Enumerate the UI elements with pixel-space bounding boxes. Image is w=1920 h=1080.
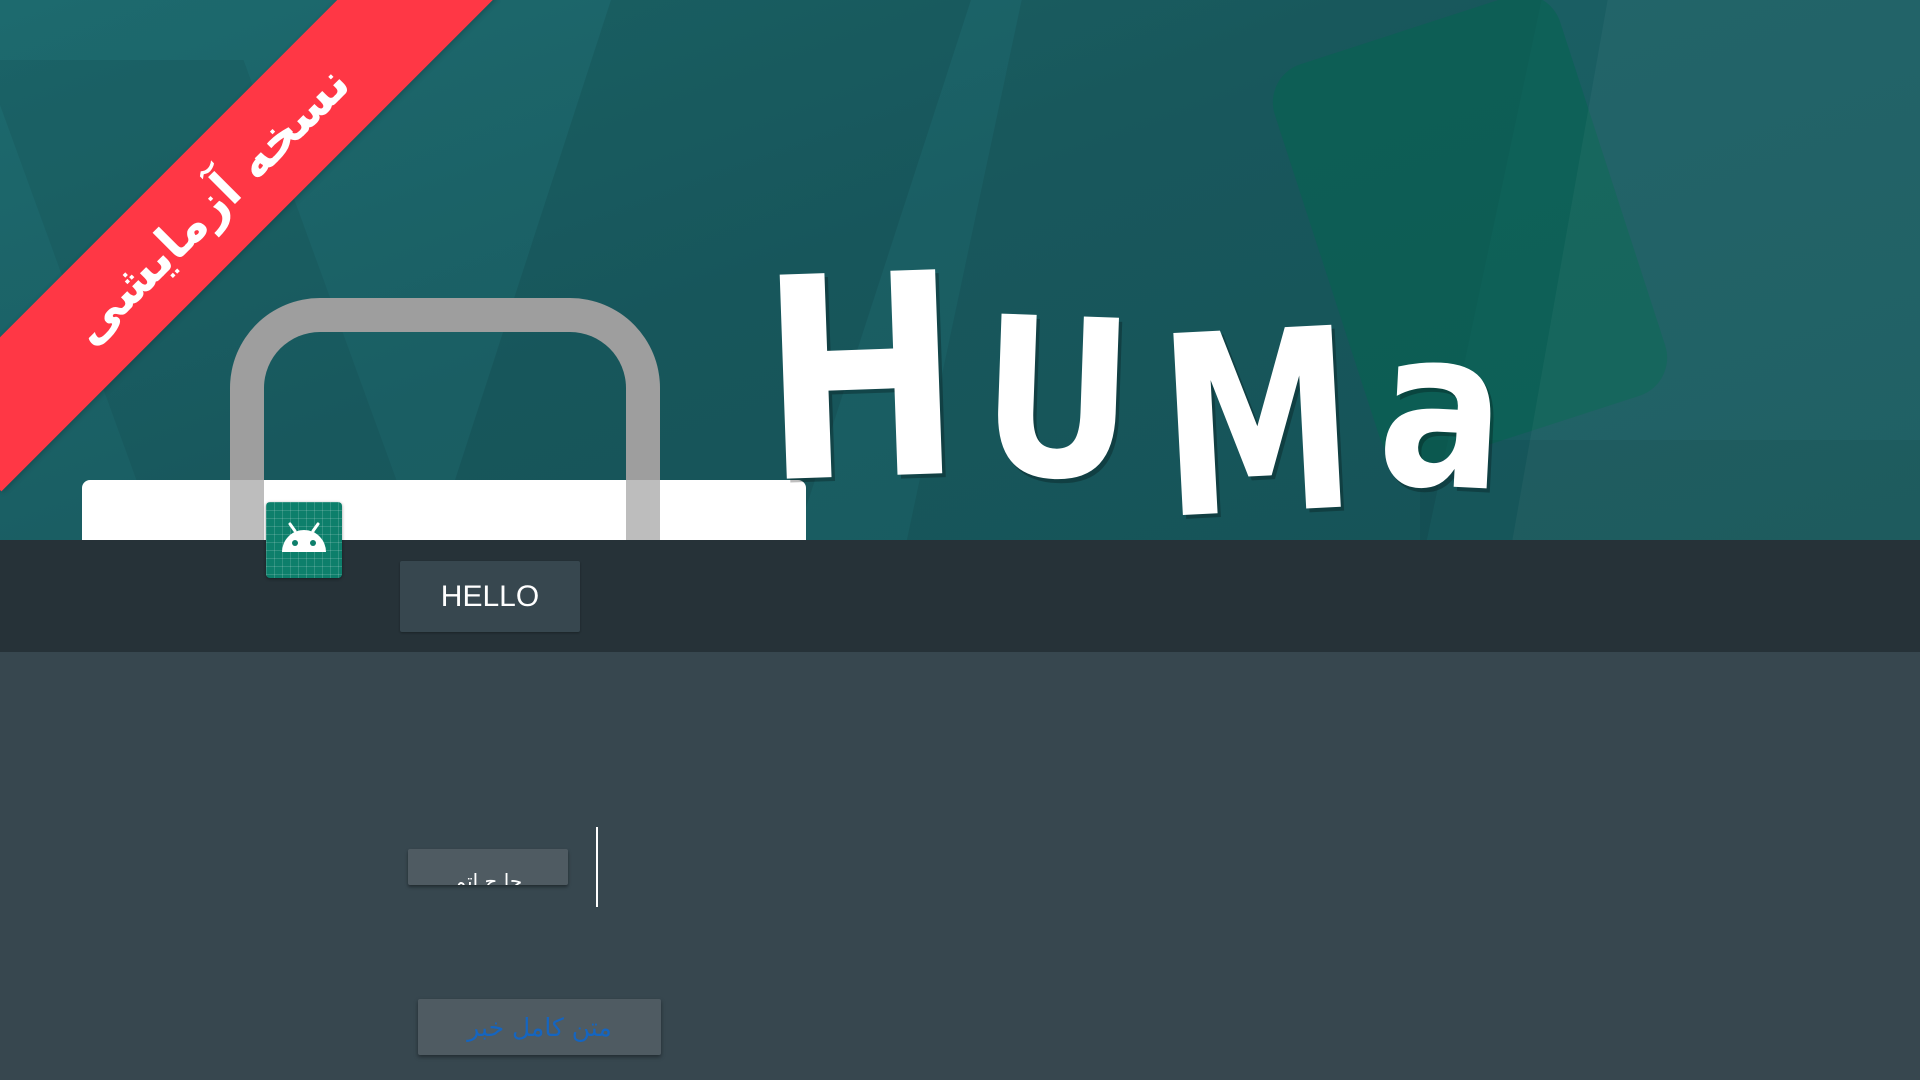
full-news-button[interactable]: متن کامل خبر	[418, 999, 661, 1055]
huma-logo: H U M a	[756, 180, 1512, 540]
clipped-chip[interactable]: جا ج اتم	[408, 849, 568, 885]
android-icon[interactable]	[266, 502, 342, 578]
shopping-bag-handle-right	[626, 480, 660, 540]
chip-label: جا ج اتم	[453, 869, 523, 885]
logo-letter: a	[1372, 278, 1512, 540]
android-head-icon	[282, 522, 326, 552]
shopping-bag-body	[82, 480, 806, 540]
shopping-bag-handle-left	[230, 480, 264, 540]
promo-banner: H U M a نسخه آزمایشی	[0, 0, 1920, 540]
hello-button[interactable]: HELLO	[400, 561, 580, 632]
text-cursor-line	[596, 827, 598, 907]
logo-letter: H	[755, 213, 967, 540]
logo-letter: M	[1152, 274, 1362, 540]
logo-letter: U	[977, 269, 1138, 531]
